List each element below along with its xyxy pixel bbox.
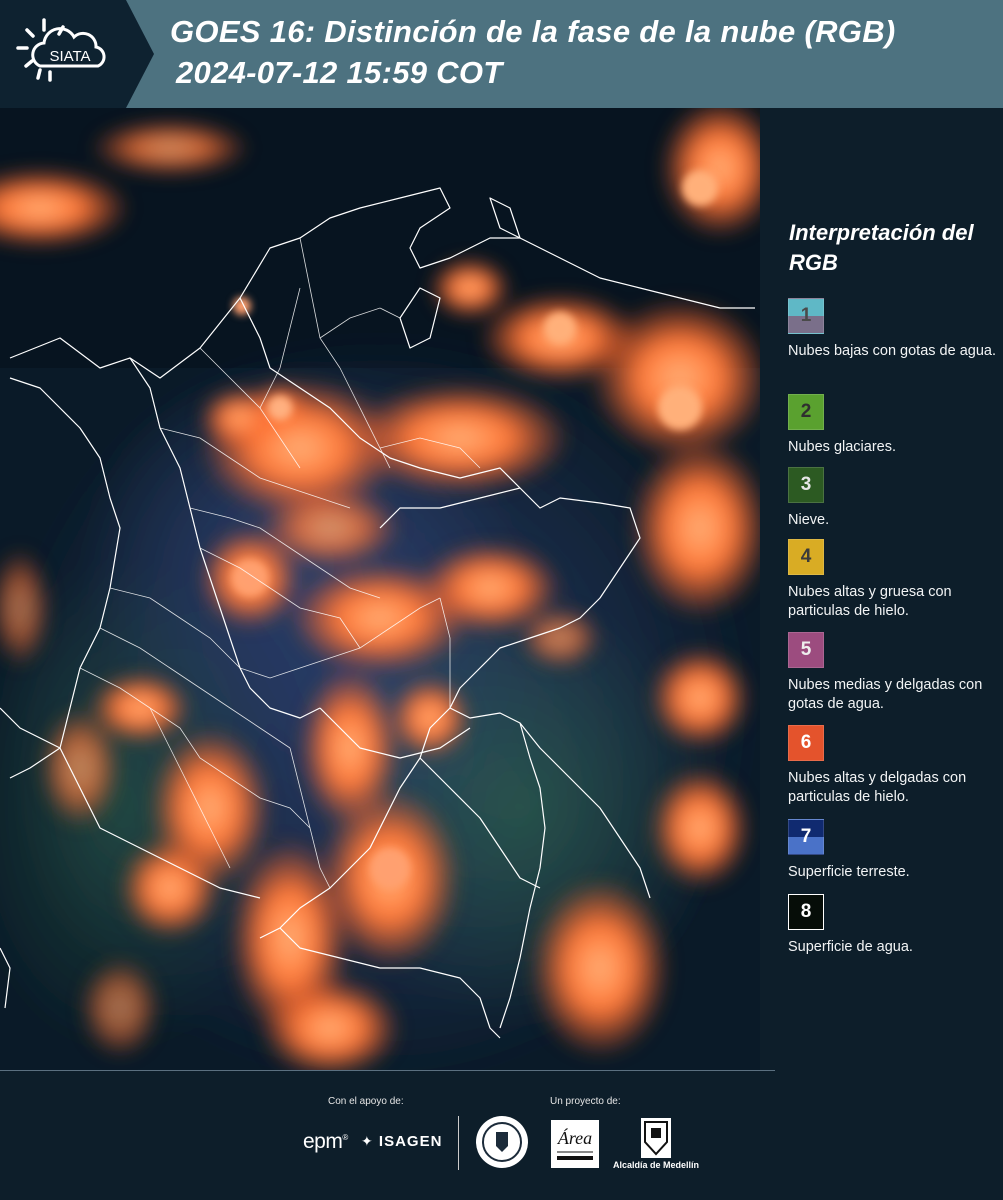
legend-label-3: Nieve. — [788, 512, 830, 528]
legend-number-1: 1 — [800, 305, 812, 326]
legend-title: Interpretación del RGB — [789, 220, 974, 275]
legend-swatch-4: 4 — [788, 539, 824, 575]
legend-number-4: 4 — [800, 546, 812, 567]
legend-swatch-2: 2 — [788, 394, 824, 430]
epm-logo: epm® — [303, 1130, 348, 1153]
legend-item-6: 6 Nubes altas y delgadas con particulas … — [788, 725, 1002, 807]
legend-item-2: 2 Nubes glaciares. — [788, 394, 1002, 457]
legend-swatch-3: 3 — [788, 467, 824, 503]
svg-text:Área: Área — [557, 1127, 592, 1148]
legend-label-2: Nubes glaciares. — [788, 439, 896, 455]
legend-label-7: Superficie terreste. — [788, 864, 910, 880]
legend-item-3: 3 Nieve. — [788, 467, 1002, 530]
footer-vertical-divider — [458, 1116, 459, 1170]
legend-swatch-1: 1 — [788, 298, 824, 334]
legend-label-5: Nubes medias y delgadas con gotas de agu… — [788, 677, 983, 712]
legend-label-8: Superficie de agua. — [788, 939, 913, 955]
legend-number-6: 6 — [800, 732, 812, 753]
header: SIATA GOES 16: Distinción de la fase de … — [0, 0, 1003, 108]
legend-item-8: 8 Superficie de agua. — [788, 894, 1002, 957]
footer: Con el apoyo de: Un proyecto de: epm® ✦ … — [0, 1070, 1003, 1200]
legend-number-2: 2 — [800, 401, 812, 422]
siata-logo: SIATA — [0, 0, 154, 108]
legend-label-1: Nubes bajas con gotas de agua. — [788, 343, 996, 359]
project-label: Un proyecto de: — [550, 1096, 621, 1107]
legend-number-7: 7 — [800, 826, 812, 847]
isagen-logo: ✦ ISAGEN — [361, 1133, 443, 1150]
legend-swatch-7: 7 — [788, 819, 824, 855]
legend-swatch-8: 8 — [788, 894, 824, 930]
legend-number-8: 8 — [800, 901, 812, 922]
page-title: GOES 16: Distinción de la fase de la nub… — [170, 14, 896, 49]
medellin-seal-logo — [476, 1116, 528, 1168]
legend-number-5: 5 — [800, 639, 812, 660]
legend-swatch-5: 5 — [788, 632, 824, 668]
satellite-map — [0, 108, 760, 1070]
timestamp: 2024-07-12 15:59 COT — [176, 55, 503, 90]
alcaldia-shield-logo — [641, 1118, 671, 1158]
alcaldia-text: Alcaldía de Medellín — [613, 1160, 700, 1170]
legend-swatch-6: 6 — [788, 725, 824, 761]
area-metropolitana-logo: Área — [551, 1120, 599, 1168]
legend-item-1: 1 Nubes bajas con gotas de agua. — [788, 298, 1002, 361]
legend-item-4: 4 Nubes altas y gruesa con particulas de… — [788, 539, 1002, 621]
legend-label-6: Nubes altas y delgadas con particulas de… — [788, 770, 967, 805]
legend-item-5: 5 Nubes medias y delgadas con gotas de a… — [788, 632, 1002, 714]
footer-divider-line — [0, 1070, 775, 1071]
svg-text:SIATA: SIATA — [49, 48, 90, 65]
legend-number-3: 3 — [800, 474, 812, 495]
legend-panel: Interpretación del RGB 1 Nubes bajas con… — [762, 108, 1003, 1070]
support-label: Con el apoyo de: — [328, 1096, 404, 1107]
legend-item-7: 7 Superficie terreste. — [788, 819, 1002, 882]
legend-label-4: Nubes altas y gruesa con particulas de h… — [788, 584, 952, 619]
